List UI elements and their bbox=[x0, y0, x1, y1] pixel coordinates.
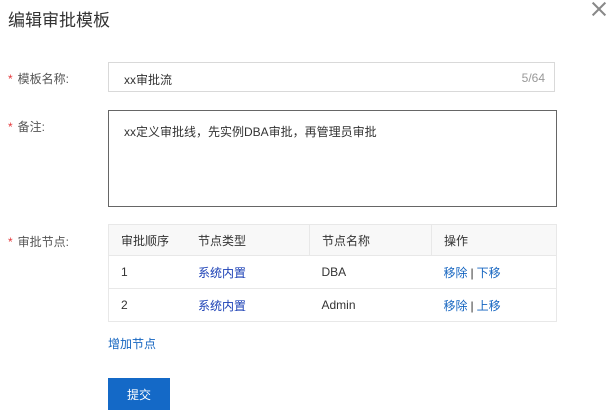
required-mark: * bbox=[8, 235, 13, 249]
move-down-link[interactable]: 下移 bbox=[477, 266, 501, 280]
cell-node-name: Admin bbox=[309, 288, 432, 322]
close-icon[interactable] bbox=[590, 0, 608, 18]
template-name-label: * 模板名称: bbox=[8, 70, 69, 87]
remark-value: xx定义审批线，先实例DBA审批，再管理员审批 bbox=[124, 125, 377, 139]
node-type-link[interactable]: 系统内置 bbox=[198, 299, 246, 313]
table-row: 2 系统内置 Admin 移除 | 上移 bbox=[108, 288, 557, 322]
required-mark: * bbox=[8, 120, 13, 134]
nodes-label-text: 审批节点: bbox=[17, 235, 70, 249]
remark-textarea[interactable]: xx定义审批线，先实例DBA审批，再管理员审批 bbox=[108, 110, 557, 207]
remark-label-text: 备注: bbox=[17, 120, 46, 134]
remove-link[interactable]: 移除 bbox=[444, 266, 468, 280]
nodes-table: 审批顺序 节点类型 节点名称 操作 1 系统内置 DBA 移除 | 下移 2 系统内… bbox=[108, 224, 557, 322]
cell-order: 2 bbox=[108, 288, 186, 322]
column-header-name: 节点名称 bbox=[309, 224, 432, 256]
nodes-label: * 审批节点: bbox=[8, 233, 69, 250]
action-separator: | bbox=[470, 265, 474, 280]
cell-actions: 移除 | 下移 bbox=[431, 255, 557, 289]
add-node-link[interactable]: 增加节点 bbox=[108, 335, 156, 352]
action-separator: | bbox=[470, 298, 474, 313]
char-counter: 5/64 bbox=[521, 71, 545, 85]
table-header-row: 审批顺序 节点类型 节点名称 操作 bbox=[108, 224, 557, 256]
column-header-type: 节点类型 bbox=[186, 224, 310, 256]
template-name-input[interactable]: xx审批流 5/64 bbox=[108, 62, 555, 92]
remove-link[interactable]: 移除 bbox=[444, 299, 468, 313]
template-name-label-text: 模板名称: bbox=[17, 72, 70, 86]
submit-button[interactable]: 提交 bbox=[108, 378, 170, 410]
move-up-link[interactable]: 上移 bbox=[477, 299, 501, 313]
column-header-action: 操作 bbox=[431, 224, 557, 256]
node-type-link[interactable]: 系统内置 bbox=[198, 266, 246, 280]
cell-actions: 移除 | 上移 bbox=[431, 288, 557, 322]
column-header-order: 审批顺序 bbox=[108, 224, 186, 256]
table-row: 1 系统内置 DBA 移除 | 下移 bbox=[108, 255, 557, 289]
cell-node-name: DBA bbox=[309, 255, 432, 289]
dialog-title: 编辑审批模板 bbox=[8, 11, 110, 30]
cell-order: 1 bbox=[108, 255, 186, 289]
remark-label: * 备注: bbox=[8, 118, 45, 135]
required-mark: * bbox=[8, 72, 13, 86]
template-name-value: xx审批流 bbox=[124, 73, 173, 87]
